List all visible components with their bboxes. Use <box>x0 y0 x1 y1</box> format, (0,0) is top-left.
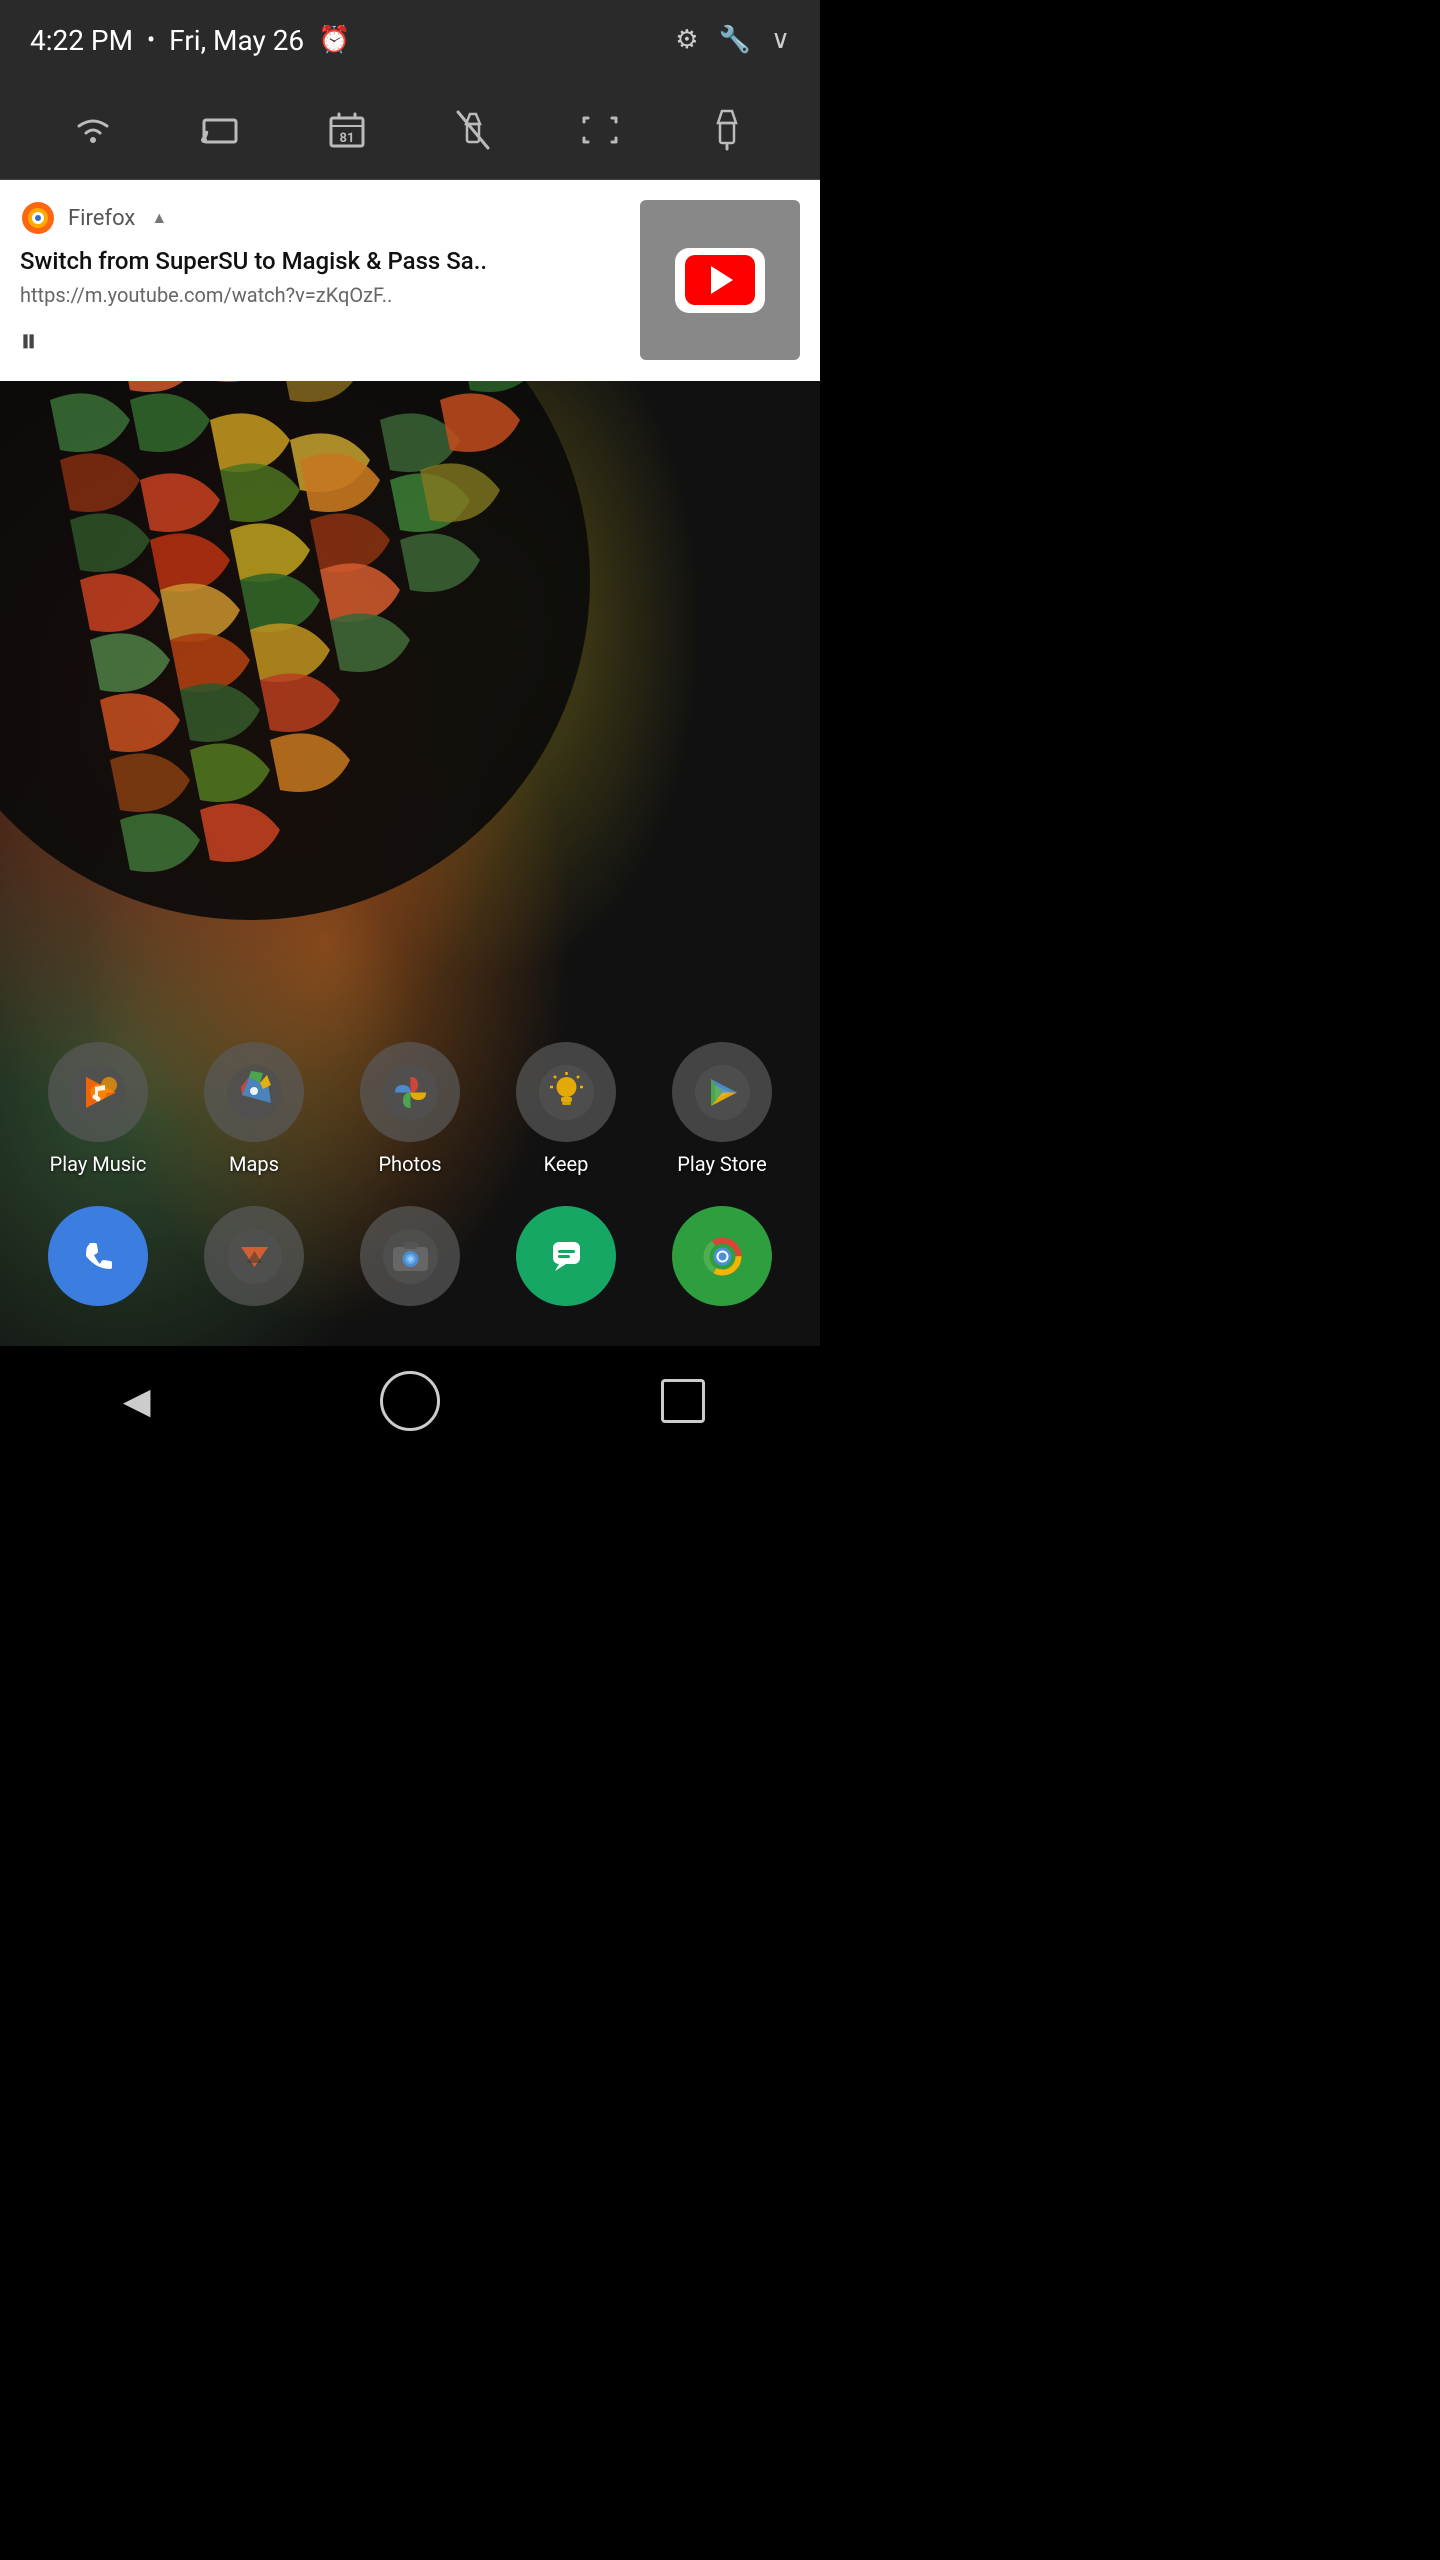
notification-header: Firefox ▲ <box>20 200 620 236</box>
recents-button[interactable] <box>648 1366 718 1436</box>
keep-icon <box>516 1042 616 1142</box>
status-date: Fri, May 26 <box>169 24 304 57</box>
app-item-photos[interactable]: Photos <box>345 1042 475 1176</box>
svg-text:81: 81 <box>339 131 354 146</box>
youtube-icon <box>675 248 765 313</box>
notification-card[interactable]: Firefox ▲ Switch from SuperSU to Magisk … <box>0 180 820 381</box>
photos-label: Photos <box>378 1152 441 1176</box>
camera-icon <box>360 1206 460 1306</box>
torch-toggle[interactable] <box>697 100 757 160</box>
notification-pause-button[interactable]: ⏸ <box>20 321 620 361</box>
back-button[interactable]: ◀ <box>102 1366 172 1436</box>
app-item-keep[interactable]: Keep <box>501 1042 631 1176</box>
hangouts-icon <box>516 1206 616 1306</box>
quick-settings-panel: 81 <box>0 80 820 180</box>
notification-app-name: Firefox <box>68 206 135 231</box>
home-button-circle <box>380 1371 440 1431</box>
settings-icon[interactable]: ⚙ <box>675 25 698 55</box>
firefox-icon <box>20 200 56 236</box>
app-item-play-store[interactable]: Play Store <box>657 1042 787 1176</box>
keep-label: Keep <box>544 1152 589 1176</box>
home-button[interactable] <box>375 1366 445 1436</box>
notification-content: Firefox ▲ Switch from SuperSU to Magisk … <box>20 200 640 361</box>
screen-capture-toggle[interactable] <box>570 100 630 160</box>
photos-icon <box>360 1042 460 1142</box>
notification-thumbnail[interactable] <box>640 200 800 360</box>
chevron-down-icon[interactable]: ∨ <box>771 25 790 55</box>
status-time: 4:22 PM <box>30 24 133 57</box>
navigation-bar: ◀ <box>0 1346 820 1456</box>
maps-label: Maps <box>229 1152 279 1176</box>
cyanogen-icon <box>204 1206 304 1306</box>
phone-icon <box>48 1206 148 1306</box>
alarm-icon: ⏰ <box>318 25 350 55</box>
app-item-camera[interactable] <box>345 1206 475 1306</box>
home-screen: Play Music Maps <box>0 1042 820 1336</box>
recents-button-square <box>661 1379 705 1423</box>
play-music-label: Play Music <box>50 1152 147 1176</box>
app-item-play-music[interactable]: Play Music <box>33 1042 163 1176</box>
flashlight-toggle[interactable] <box>443 100 503 160</box>
play-music-icon <box>48 1042 148 1142</box>
cast-toggle[interactable] <box>190 100 250 160</box>
youtube-play-triangle <box>711 266 733 294</box>
chrome-icon <box>672 1206 772 1306</box>
app-item-cyanogen[interactable] <box>189 1206 319 1306</box>
app-item-phone[interactable] <box>33 1206 163 1306</box>
wifi-toggle[interactable] <box>63 100 123 160</box>
app-item-hangouts[interactable] <box>501 1206 631 1306</box>
status-bar: 4:22 PM • Fri, May 26 ⏰ ⚙ 🔧 ∨ <box>0 0 820 80</box>
wrench-icon: 🔧 <box>719 25 751 55</box>
app-item-maps[interactable]: Maps <box>189 1042 319 1176</box>
status-dot: • <box>147 26 155 54</box>
app-row-dock <box>0 1206 820 1306</box>
youtube-inner <box>685 255 755 305</box>
app-row-1: Play Music Maps <box>0 1042 820 1176</box>
app-item-chrome[interactable] <box>657 1206 787 1306</box>
status-right: ⚙ 🔧 ∨ <box>675 25 790 55</box>
play-store-icon <box>672 1042 772 1142</box>
notification-title: Switch from SuperSU to Magisk & Pass Sa.… <box>20 246 620 277</box>
status-left: 4:22 PM • Fri, May 26 ⏰ <box>30 24 351 57</box>
play-store-label: Play Store <box>677 1152 766 1176</box>
maps-icon <box>204 1042 304 1142</box>
notification-url: https://m.youtube.com/watch?v=zKqOzF.. <box>20 283 620 307</box>
calendar-icon[interactable]: 81 <box>317 100 377 160</box>
notification-expand-icon[interactable]: ▲ <box>151 208 167 228</box>
